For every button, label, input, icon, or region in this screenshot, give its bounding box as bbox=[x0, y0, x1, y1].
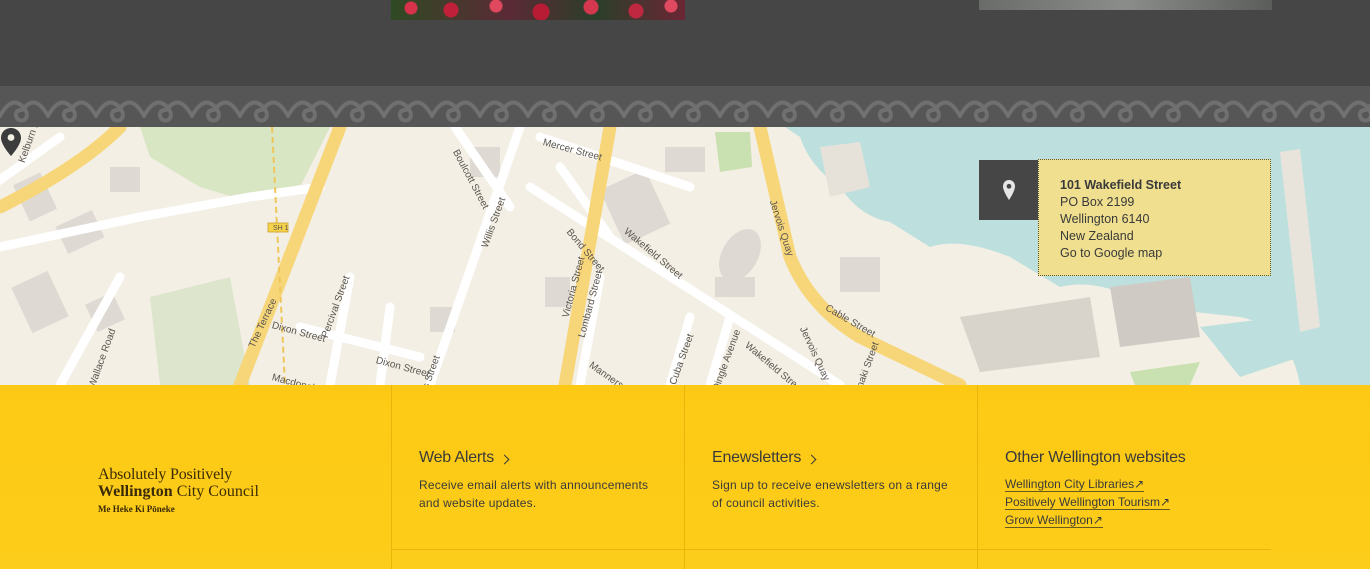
logo-line-2: Wellington City Council bbox=[98, 483, 259, 500]
address-country: New Zealand bbox=[1060, 229, 1134, 243]
enewsletters-link[interactable]: Enewsletters bbox=[712, 449, 952, 467]
external-link[interactable]: Grow Wellington↗ bbox=[1005, 513, 1103, 528]
web-alerts-section: Web Alerts Receive email alerts with ann… bbox=[419, 449, 659, 512]
external-link-icon: ↗ bbox=[1134, 477, 1145, 491]
top-band bbox=[0, 0, 1370, 127]
list-item: Wellington City Libraries↗ bbox=[1005, 475, 1265, 493]
external-link[interactable]: Positively Wellington Tourism↗ bbox=[1005, 495, 1171, 510]
flowers-thumbnail[interactable] bbox=[391, 0, 685, 20]
map-marker-icon[interactable] bbox=[0, 127, 22, 157]
logo-city-council: City Council bbox=[172, 483, 259, 500]
other-websites-title: Other Wellington websites bbox=[1005, 449, 1186, 466]
address-po-box: PO Box 2199 bbox=[1060, 195, 1135, 209]
photo-thumbnail[interactable] bbox=[979, 0, 1272, 10]
row-divider bbox=[391, 549, 1271, 550]
address-street: 101 Wakefield Street bbox=[1060, 178, 1182, 192]
chevron-right-icon bbox=[499, 454, 510, 464]
link-label: Wellington City Libraries bbox=[1005, 477, 1135, 491]
other-websites-list: Wellington City Libraries↗ Positively We… bbox=[1005, 475, 1265, 529]
logo-wellington: Wellington bbox=[98, 483, 173, 500]
site-footer: Absolutely Positively Wellington City Co… bbox=[0, 385, 1370, 569]
enewsletters-description: Sign up to receive enewsletters on a ran… bbox=[712, 478, 948, 510]
address-city: Wellington 6140 bbox=[1060, 212, 1150, 226]
location-pin-tile bbox=[979, 160, 1039, 220]
wcc-logo[interactable]: Absolutely Positively Wellington City Co… bbox=[98, 466, 259, 515]
logo-line-1: Absolutely Positively bbox=[98, 466, 233, 483]
external-link-icon: ↗ bbox=[1159, 495, 1171, 509]
web-alerts-description: Receive email alerts with announcements … bbox=[419, 478, 649, 510]
chevron-right-icon bbox=[806, 454, 817, 464]
enewsletters-title: Enewsletters bbox=[712, 449, 802, 466]
address-panel: 101 Wakefield Street PO Box 2199 Welling… bbox=[1038, 159, 1271, 276]
logo-tagline: Me Heke Ki Pōneke bbox=[98, 504, 175, 514]
column-divider bbox=[391, 385, 392, 569]
map-street-label: SH 1 bbox=[273, 225, 289, 232]
column-divider bbox=[684, 385, 685, 569]
enewsletters-section: Enewsletters Sign up to receive enewslet… bbox=[712, 449, 952, 512]
list-item: Grow Wellington↗ bbox=[1005, 511, 1265, 529]
link-label: Grow Wellington bbox=[1005, 513, 1093, 527]
google-map-link[interactable]: Go to Google map bbox=[1060, 245, 1270, 262]
web-alerts-link[interactable]: Web Alerts bbox=[419, 449, 659, 467]
location-pin-icon bbox=[1003, 180, 1015, 200]
list-item: Positively Wellington Tourism↗ bbox=[1005, 493, 1265, 511]
external-link-icon: ↗ bbox=[1092, 513, 1103, 527]
other-websites-section: Other Wellington websites Wellington Cit… bbox=[1005, 449, 1265, 529]
external-link[interactable]: Wellington City Libraries↗ bbox=[1005, 477, 1145, 492]
column-divider bbox=[977, 385, 978, 569]
web-alerts-title: Web Alerts bbox=[419, 449, 495, 466]
koru-wave-pattern bbox=[0, 86, 1370, 127]
link-label: Positively Wellington Tourism bbox=[1005, 495, 1160, 509]
